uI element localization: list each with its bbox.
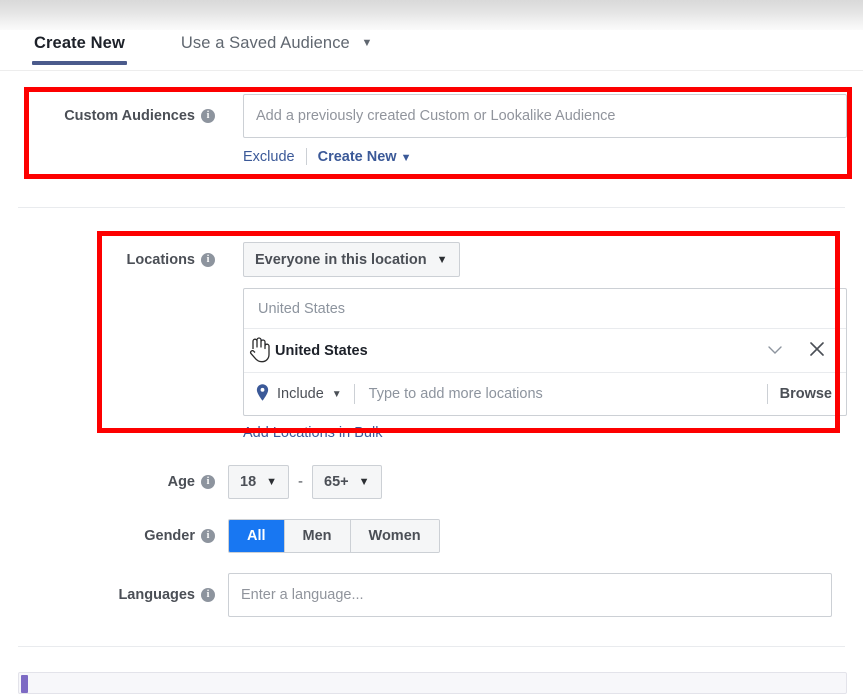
add-location-placeholder: Type to add more locations [369, 386, 543, 402]
info-icon[interactable]: i [201, 588, 215, 602]
age-range-separator: - [289, 465, 312, 499]
chevron-down-icon: ▼ [401, 152, 412, 164]
locations-panel-header-text: United States [258, 301, 345, 317]
age-min-value: 18 [240, 474, 256, 490]
custom-audiences-row: Custom Audiences i [0, 94, 228, 138]
custom-audiences-label: Custom Audiences [64, 108, 195, 124]
location-scope-dropdown[interactable]: Everyone in this location ▼ [243, 242, 460, 277]
gender-label: Gender [144, 528, 195, 544]
audience-targeting-panel: Create New Use a Saved Audience ▼ Custom… [0, 0, 863, 694]
exclude-link[interactable]: Exclude [243, 149, 295, 165]
add-location-input[interactable]: Type to add more locations [355, 386, 767, 402]
info-icon[interactable]: i [201, 253, 215, 267]
custom-audiences-label-group: Custom Audiences i [0, 94, 215, 138]
languages-placeholder: Enter a language... [241, 587, 364, 603]
audience-tabs: Create New Use a Saved Audience ▼ [0, 28, 863, 70]
gender-option-men[interactable]: Men [285, 520, 351, 552]
age-label: Age [168, 474, 195, 490]
age-max-value: 65+ [324, 474, 349, 490]
locations-label-col: Locations i [0, 242, 228, 277]
locations-panel-header: United States [244, 289, 846, 329]
bottom-partial-card [18, 672, 847, 694]
locations-label: Locations [127, 252, 195, 268]
create-new-audience-link[interactable]: Create New ▼ [318, 149, 412, 165]
languages-row: Languages i Enter a language... [0, 573, 832, 617]
remove-location-icon[interactable] [800, 341, 834, 361]
browse-locations-button[interactable]: Browse [768, 386, 846, 402]
tab-use-saved-audience-label: Use a Saved Audience [181, 34, 350, 52]
location-scope-value: Everyone in this location [255, 252, 427, 268]
section-divider-1 [18, 207, 845, 208]
age-label-group: Age i [0, 465, 215, 499]
tabs-underline-divider [0, 70, 863, 71]
locations-label-group: Locations i [0, 242, 215, 277]
gender-option-all[interactable]: All [229, 520, 285, 552]
locations-add-row: Include ▼ Type to add more locations Bro… [244, 373, 846, 415]
create-new-audience-label: Create New [318, 149, 397, 165]
tab-create-new-label: Create New [34, 34, 125, 52]
languages-label-col: Languages i [0, 573, 228, 617]
chevron-down-icon: ▼ [332, 389, 342, 400]
location-list-item[interactable]: United States [244, 329, 846, 373]
action-divider [306, 148, 307, 165]
chevron-down-icon[interactable] [758, 342, 792, 359]
custom-audiences-input[interactable]: Add a previously created Custom or Looka… [243, 94, 847, 138]
location-pin-icon [256, 384, 269, 405]
include-mode-dropdown[interactable]: Include ▼ [256, 384, 354, 405]
chevron-down-icon: ▼ [437, 254, 448, 266]
languages-input[interactable]: Enter a language... [228, 573, 832, 617]
tab-create-new[interactable]: Create New [32, 28, 127, 65]
custom-audiences-actions: Exclude Create New ▼ [243, 148, 411, 165]
tab-use-saved-audience[interactable]: Use a Saved Audience ▼ [179, 28, 375, 65]
age-row: Age i 18 ▼ - 65+ ▼ [0, 465, 382, 499]
window-top-chrome [0, 0, 863, 30]
locations-panel: United States United States Include ▼ [243, 288, 847, 416]
info-icon[interactable]: i [201, 475, 215, 489]
add-locations-in-bulk-link[interactable]: Add Locations in Bulk [243, 425, 382, 441]
gender-option-women[interactable]: Women [351, 520, 439, 552]
languages-label-group: Languages i [0, 573, 215, 617]
gender-label-group: Gender i [0, 519, 215, 553]
age-min-dropdown[interactable]: 18 ▼ [228, 465, 289, 499]
gender-row: Gender i All Men Women [0, 519, 440, 553]
include-mode-label: Include [277, 386, 324, 402]
age-max-dropdown[interactable]: 65+ ▼ [312, 465, 382, 499]
section-divider-2 [18, 646, 845, 647]
chevron-down-icon: ▼ [266, 476, 277, 488]
gender-segmented-control: All Men Women [228, 519, 440, 553]
bottom-card-accent-bar [21, 675, 28, 693]
info-icon[interactable]: i [201, 529, 215, 543]
locations-row: Locations i [0, 242, 228, 277]
age-label-col: Age i [0, 465, 228, 499]
location-name: United States [275, 343, 750, 359]
custom-audiences-label-col: Custom Audiences i [0, 94, 228, 138]
info-icon[interactable]: i [201, 109, 215, 123]
chevron-down-icon: ▼ [359, 476, 370, 488]
custom-audiences-input-placeholder: Add a previously created Custom or Looka… [256, 108, 615, 124]
languages-label: Languages [118, 587, 195, 603]
gender-label-col: Gender i [0, 519, 228, 553]
mouse-cursor-pointer-icon [248, 337, 270, 363]
chevron-down-icon: ▼ [362, 37, 373, 49]
